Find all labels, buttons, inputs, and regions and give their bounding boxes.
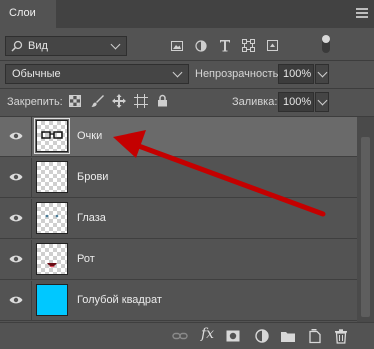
- blend-mode-value: Обычные: [12, 68, 61, 80]
- opacity-dropdown[interactable]: [315, 64, 329, 84]
- lock-artboard-icon[interactable]: [134, 94, 148, 108]
- eye-icon: [9, 132, 23, 140]
- fill-label: Заливка:: [232, 96, 278, 108]
- new-layer-icon[interactable]: [307, 328, 323, 344]
- tab-layers-label: Слои: [9, 7, 36, 19]
- eye-icon: [9, 255, 23, 263]
- layer-row-eyes[interactable]: Глаза: [0, 199, 357, 239]
- filter-kind-select[interactable]: Вид: [5, 36, 127, 56]
- search-icon: [11, 40, 23, 52]
- layer-name: Очки: [77, 130, 103, 142]
- adjustment-layer-icon[interactable]: [254, 328, 270, 344]
- filter-type-icon[interactable]: [219, 39, 231, 52]
- layer-thumbnail-eyes: [36, 202, 68, 234]
- fill-value: 100%: [283, 96, 312, 108]
- layer-name: Глаза: [77, 212, 106, 224]
- link-layers-icon[interactable]: [172, 328, 188, 344]
- layers-footer: fx: [0, 322, 374, 349]
- filter-kind-label: Вид: [28, 40, 48, 52]
- layer-name: Брови: [77, 171, 109, 183]
- chevron-down-icon: [110, 39, 121, 50]
- filter-adjustment-icon[interactable]: [195, 40, 207, 52]
- opacity-label: Непрозрачность:: [195, 68, 282, 80]
- layer-thumbnail-glasses: [34, 118, 70, 154]
- scrollbar-thumb[interactable]: [361, 137, 370, 317]
- tab-layers[interactable]: Слои: [0, 0, 56, 28]
- chevron-down-icon: [317, 95, 328, 106]
- filter-shape-icon[interactable]: [242, 39, 255, 52]
- trash-icon[interactable]: [333, 328, 349, 344]
- layer-row-mouth[interactable]: Рот: [0, 240, 357, 280]
- new-group-folder-icon[interactable]: [280, 328, 296, 344]
- eye-icon: [9, 173, 23, 181]
- layer-thumbnail-mouth: [36, 243, 68, 275]
- opacity-value: 100%: [283, 68, 312, 80]
- fx-icon[interactable]: fx: [201, 326, 214, 342]
- lock-image-pixels-brush-icon[interactable]: [91, 94, 104, 108]
- visibility-toggle[interactable]: [0, 117, 32, 157]
- visibility-toggle[interactable]: [0, 281, 32, 321]
- layers-scrollbar[interactable]: [357, 117, 374, 322]
- layer-row-glasses[interactable]: Очки: [0, 117, 357, 157]
- add-mask-icon[interactable]: [225, 328, 241, 344]
- layer-name: Голубой квадрат: [77, 294, 162, 306]
- panel-header: Слои: [0, 0, 374, 28]
- visibility-toggle[interactable]: [0, 158, 32, 198]
- layer-row-eyebrows[interactable]: Брови: [0, 158, 357, 198]
- chevron-down-icon: [172, 67, 183, 78]
- visibility-toggle[interactable]: [0, 199, 32, 239]
- eye-icon: [9, 214, 23, 222]
- fill-input[interactable]: 100%: [278, 92, 314, 112]
- eye-icon: [9, 296, 23, 304]
- panel-menu-icon[interactable]: [356, 8, 368, 18]
- filter-pixel-icon[interactable]: [171, 40, 183, 52]
- fill-dropdown[interactable]: [315, 92, 329, 112]
- chevron-down-icon: [317, 67, 328, 78]
- lock-position-move-icon[interactable]: [112, 94, 126, 108]
- visibility-toggle[interactable]: [0, 240, 32, 280]
- layer-thumbnail-cyan-square: [36, 284, 68, 316]
- lock-label: Закрепить:: [7, 96, 63, 108]
- layer-row-cyan-square[interactable]: Голубой квадрат: [0, 281, 357, 321]
- layer-name: Рот: [77, 253, 95, 265]
- filter-toggle-switch[interactable]: [322, 35, 330, 53]
- opacity-input[interactable]: 100%: [278, 64, 314, 84]
- lock-all-icon[interactable]: [157, 94, 168, 107]
- blend-mode-select[interactable]: Обычные: [5, 64, 189, 84]
- filter-smart-object-icon[interactable]: [266, 39, 279, 52]
- layers-list: Очки Брови Глаза Рот Голубой квадрат: [0, 117, 357, 322]
- layer-thumbnail-eyebrows: [36, 161, 68, 193]
- lock-transparent-pixels-icon[interactable]: [69, 95, 81, 107]
- filter-toggle-knob: [322, 35, 330, 43]
